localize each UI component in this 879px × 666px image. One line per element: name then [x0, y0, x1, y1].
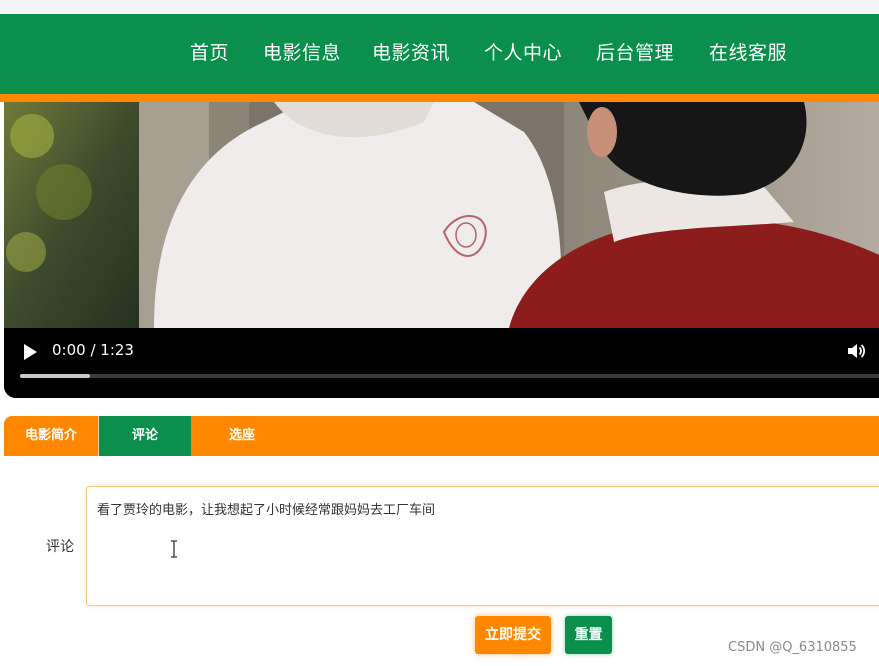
video-frame — [4, 102, 879, 328]
tab-movie-intro[interactable]: 电影简介 — [4, 416, 99, 456]
detail-tabs: 电影简介 评论 选座 — [4, 416, 879, 456]
video-time: 0:00 / 1:23 — [52, 341, 134, 359]
reset-button[interactable]: 重置 — [565, 616, 612, 654]
nav-item-online-service[interactable]: 在线客服 — [709, 36, 787, 70]
play-icon[interactable] — [22, 343, 38, 361]
nav-item-admin[interactable]: 后台管理 — [596, 36, 674, 70]
nav-item-movie-info[interactable]: 电影信息 — [263, 36, 341, 70]
video-controls: 0:00 / 1:23 — [4, 328, 879, 398]
video-player[interactable]: 0:00 / 1:23 — [4, 102, 879, 398]
browser-top-strip — [0, 0, 879, 15]
video-progress-bar[interactable] — [20, 374, 879, 378]
text-cursor-icon — [171, 540, 177, 558]
page: 首页 电影信息 电影资讯 个人中心 后台管理 在线客服 0:00 / 1:23 … — [0, 0, 879, 666]
nav-item-personal-center[interactable]: 个人中心 — [484, 36, 562, 70]
tab-comments[interactable]: 评论 — [99, 416, 191, 456]
tab-seat-selection[interactable]: 选座 — [192, 416, 292, 456]
top-nav: 首页 电影信息 电影资讯 个人中心 后台管理 在线客服 — [0, 14, 879, 94]
watermark: CSDN @Q_6310855 — [728, 640, 857, 655]
nav-item-home[interactable]: 首页 — [190, 36, 229, 70]
nav-item-movie-news[interactable]: 电影资讯 — [372, 36, 450, 70]
comment-textarea[interactable]: 看了贾玲的电影，让我想起了小时候经常跟妈妈去工厂车间 — [86, 486, 879, 606]
video-progress-fill — [20, 374, 91, 378]
comment-label: 评论 — [46, 539, 74, 555]
nav-underline — [0, 94, 879, 102]
volume-icon[interactable] — [846, 341, 866, 361]
submit-button[interactable]: 立即提交 — [475, 616, 551, 654]
